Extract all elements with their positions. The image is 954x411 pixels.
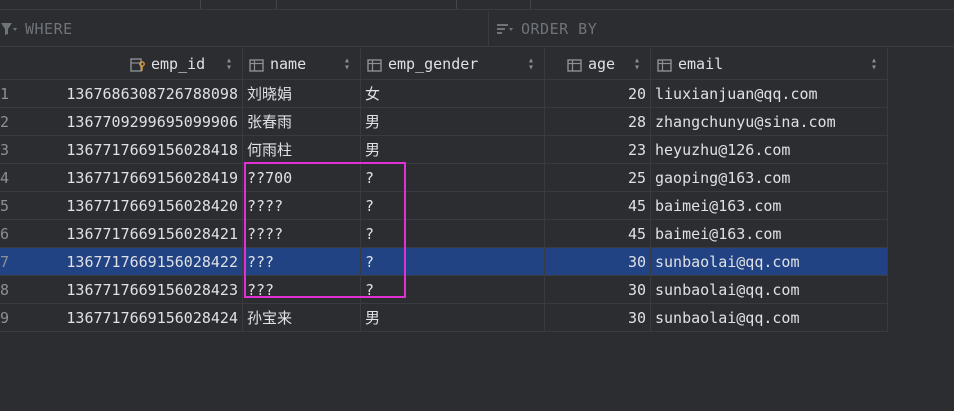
table-row[interactable]: 3 1367717669156028418 何雨柱男 23 heyuzhu@126.co… [0, 136, 888, 164]
row-number: 4 [0, 169, 10, 187]
order-by-field[interactable]: ORDER BY [496, 11, 954, 47]
cell-emp-id[interactable]: 1367709299695099906 [18, 108, 243, 136]
table-row[interactable]: 4 1367717669156028419 ??700? 25 gaoping@163.… [0, 164, 888, 192]
header-name[interactable]: name ▴ ▾ [243, 48, 361, 80]
result-grid: emp_id ▴ ▾ name ▴ ▾ emp_gender ▴ ▾ age ▴ ▾ [0, 48, 954, 411]
where-filter-field[interactable]: WHERE [0, 11, 488, 47]
cell-emp-id[interactable]: 1367717669156028421 [18, 220, 243, 248]
sort-arrows-icon[interactable]: ▴ ▾ [226, 56, 232, 73]
cell-age[interactable]: 23 [545, 136, 651, 164]
cell-name[interactable]: 何雨柱 [243, 136, 361, 164]
header-label: email [678, 55, 724, 73]
cell-name[interactable]: ???? [243, 220, 361, 248]
filter-funnel-icon [0, 21, 18, 37]
grid-header: emp_id ▴ ▾ name ▴ ▾ emp_gender ▴ ▾ age ▴ ▾ [0, 48, 888, 80]
sort-arrows-icon[interactable]: ▴ ▾ [528, 56, 534, 73]
cell-name[interactable]: ???? [243, 192, 361, 220]
header-label: emp_gender [388, 55, 479, 73]
row-number: 8 [0, 281, 10, 299]
header-label: name [270, 55, 307, 73]
cell-email[interactable]: baimei@163.com [651, 220, 888, 248]
cell-emp-id[interactable]: 1367717669156028422 [18, 248, 243, 276]
cell-gender[interactable]: ? [361, 164, 545, 192]
sort-arrows-icon[interactable]: ▴ ▾ [344, 56, 350, 73]
toolbar-separator [530, 0, 531, 9]
cell-gender[interactable]: ? [361, 248, 545, 276]
row-number: 9 [0, 309, 10, 327]
cell-name[interactable]: 张春雨 [243, 108, 361, 136]
header-emp-gender[interactable]: emp_gender ▴ ▾ [361, 48, 545, 80]
cell-email[interactable]: liuxianjuan@qq.com [651, 80, 888, 108]
header-emp-id[interactable]: emp_id ▴ ▾ [18, 48, 243, 80]
filter-divider [488, 11, 489, 47]
table-row[interactable]: 5 1367717669156028420????? 45 baimei@163.co… [0, 192, 888, 220]
row-number: 5 [0, 197, 10, 215]
cell-age[interactable]: 25 [545, 164, 651, 192]
cell-emp-id[interactable]: 1367717669156028424 [18, 304, 243, 332]
cell-email[interactable]: baimei@163.com [651, 192, 888, 220]
toolbar-separator [456, 0, 457, 9]
column-icon [367, 58, 382, 72]
header-age[interactable]: age ▴ ▾ [545, 48, 651, 80]
row-number: 6 [0, 225, 10, 243]
cell-age[interactable]: 45 [545, 192, 651, 220]
cell-age[interactable]: 30 [545, 304, 651, 332]
row-number: 1 [0, 85, 10, 103]
cell-age[interactable]: 30 [545, 248, 651, 276]
cell-gender[interactable]: 女 [361, 80, 545, 108]
cell-gender[interactable]: 男 [361, 304, 545, 332]
cell-gender[interactable]: ? [361, 220, 545, 248]
where-label: WHERE [25, 20, 73, 38]
table-row[interactable]: 2 1367709299695099906 张春雨男 28 zhangchunyu@si… [0, 108, 888, 136]
toolbar-strip [0, 0, 954, 10]
header-label: age [588, 55, 616, 73]
table-row[interactable]: 6 1367717669156028421????? 45 baimei@163.co… [0, 220, 888, 248]
row-number: 2 [0, 113, 10, 131]
cell-emp-id[interactable]: 1367686308726788098 [18, 80, 243, 108]
column-icon [657, 58, 672, 72]
header-label: emp_id [151, 55, 206, 73]
cell-email[interactable]: sunbaolai@qq.com [651, 248, 888, 276]
column-icon [249, 58, 264, 72]
order-by-label: ORDER BY [521, 20, 598, 38]
cell-gender[interactable]: 男 [361, 136, 545, 164]
cell-emp-id[interactable]: 1367717669156028420 [18, 192, 243, 220]
cell-emp-id[interactable]: 1367717669156028423 [18, 276, 243, 304]
cell-email[interactable]: sunbaolai@qq.com [651, 304, 888, 332]
cell-email[interactable]: gaoping@163.com [651, 164, 888, 192]
table-row[interactable]: 9 1367717669156028424 孙宝来男 30 sunbaolai@qq.c… [0, 304, 888, 332]
cell-name[interactable]: 刘晓娟 [243, 80, 361, 108]
cell-gender[interactable]: 男 [361, 108, 545, 136]
cell-name[interactable]: 孙宝来 [243, 304, 361, 332]
cell-name[interactable]: ??700 [243, 164, 361, 192]
filter-bar: WHERE ORDER BY [0, 11, 954, 47]
cell-emp-id[interactable]: 1367717669156028419 [18, 164, 243, 192]
sort-arrows-icon[interactable]: ▴ ▾ [871, 56, 877, 73]
table-row[interactable]: 8 1367717669156028423???? 30 sunbaolai@qq.c… [0, 276, 888, 304]
table-row[interactable]: 7 1367717669156028422???? 30 sunbaolai@qq.c… [0, 248, 888, 276]
cell-email[interactable]: zhangchunyu@sina.com [651, 108, 888, 136]
cell-name[interactable]: ??? [243, 248, 361, 276]
cell-name[interactable]: ??? [243, 276, 361, 304]
key-column-icon [130, 57, 145, 72]
table-row[interactable]: 1 1367686308726788098 刘晓娟女 20 liuxianjuan@qq… [0, 80, 888, 108]
cell-age[interactable]: 30 [545, 276, 651, 304]
cell-age[interactable]: 28 [545, 108, 651, 136]
cell-gender[interactable]: ? [361, 276, 545, 304]
cell-age[interactable]: 20 [545, 80, 651, 108]
toolbar-separator [200, 0, 201, 9]
sort-arrows-icon[interactable]: ▴ ▾ [634, 56, 640, 73]
toolbar-separator [276, 0, 277, 9]
row-number: 7 [0, 253, 10, 271]
cell-gender[interactable]: ? [361, 192, 545, 220]
column-icon [567, 58, 582, 72]
cell-email[interactable]: sunbaolai@qq.com [651, 276, 888, 304]
cell-emp-id[interactable]: 1367717669156028418 [18, 136, 243, 164]
header-email[interactable]: email ▴ ▾ [651, 48, 888, 80]
cell-age[interactable]: 45 [545, 220, 651, 248]
row-number: 3 [0, 141, 10, 159]
sort-lines-icon [496, 21, 514, 37]
cell-email[interactable]: heyuzhu@126.com [651, 136, 888, 164]
